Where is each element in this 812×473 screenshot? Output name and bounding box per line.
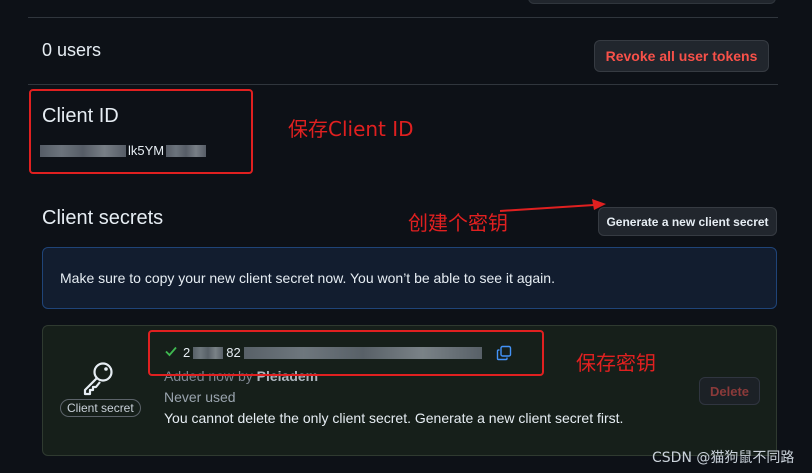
users-count: 0 users — [42, 40, 102, 60]
annotation-save-secret: 保存密钥 — [576, 351, 656, 375]
client-secret-badge: Client secret — [60, 399, 141, 417]
flash-notice: Make sure to copy your new client secret… — [42, 247, 777, 309]
key-icon — [83, 362, 113, 396]
delete-secret-button[interactable]: Delete — [699, 377, 760, 405]
annotation-save-client-id: 保存Client ID — [288, 117, 414, 141]
secret-usage: Never used — [164, 389, 236, 405]
annotation-box-client-id — [29, 89, 253, 174]
divider — [28, 17, 778, 18]
revoke-all-tokens-button[interactable]: Revoke all user tokens — [594, 40, 769, 72]
annotation-create-secret: 创建个密钥 — [408, 211, 508, 235]
client-secrets-title: Client secrets — [42, 207, 164, 229]
top-button-stub[interactable] — [528, 0, 776, 4]
generate-secret-button[interactable]: Generate a new client secret — [598, 207, 777, 236]
annotation-arrow — [499, 199, 606, 212]
delete-warning: You cannot delete the only client secret… — [164, 410, 624, 426]
annotation-box-secret — [148, 330, 544, 376]
watermark: CSDN @猫狗鼠不同路 — [652, 450, 795, 466]
flash-message: Make sure to copy your new client secret… — [60, 270, 555, 286]
divider — [28, 84, 778, 85]
